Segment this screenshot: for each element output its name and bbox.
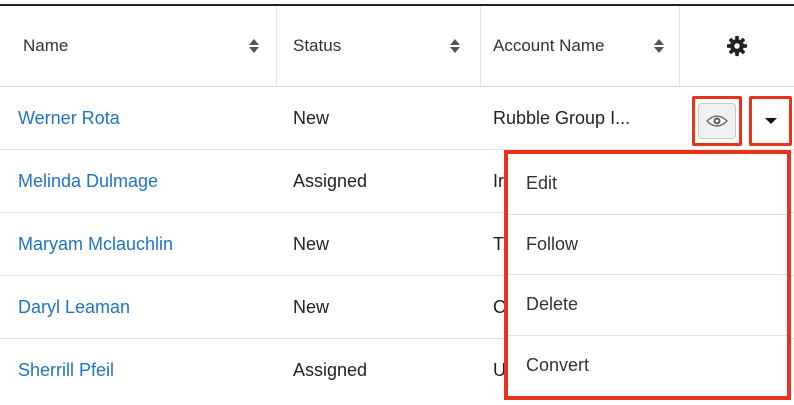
menu-item-edit[interactable]: Edit	[508, 154, 787, 215]
row-name-cell: Werner Rota	[18, 87, 268, 149]
sort-arrows-icon[interactable]	[248, 38, 260, 54]
actions-dropdown-button[interactable]	[749, 96, 792, 146]
column-header-status[interactable]: Status	[277, 6, 480, 86]
eye-icon	[706, 115, 728, 127]
row-status-cell: New	[293, 233, 330, 254]
table-header-row: Name Status Account Name	[0, 6, 794, 87]
records-table: Name Status Account Name Werner Rota New…	[0, 0, 794, 405]
record-name-link[interactable]: Werner Rota	[18, 108, 120, 129]
record-name-link[interactable]: Melinda Dulmage	[18, 171, 158, 192]
menu-item-delete[interactable]: Delete	[508, 275, 787, 336]
row-name-cell: Melinda Dulmage	[18, 150, 268, 212]
row-status-cell: New	[293, 107, 330, 128]
sort-arrows-icon[interactable]	[449, 38, 461, 54]
sort-arrows-icon[interactable]	[653, 38, 665, 54]
record-name-link[interactable]: Daryl Leaman	[18, 297, 130, 318]
actions-dropdown-menu: Edit Follow Delete Convert	[504, 150, 791, 400]
column-header-name[interactable]: Name	[0, 6, 276, 86]
column-settings[interactable]	[680, 6, 794, 86]
record-name-link[interactable]: Maryam Mclauchlin	[18, 234, 173, 255]
row-name-cell: Maryam Mclauchlin	[18, 213, 268, 275]
row-name-cell: Sherrill Pfeil	[18, 339, 268, 401]
preview-button[interactable]	[692, 96, 742, 146]
column-divider	[679, 6, 680, 86]
menu-item-follow[interactable]: Follow	[508, 215, 787, 275]
column-header-name-label: Name	[23, 36, 69, 55]
menu-item-convert[interactable]: Convert	[508, 336, 787, 397]
caret-down-icon	[764, 118, 777, 124]
gear-icon[interactable]	[726, 35, 748, 57]
column-divider	[480, 6, 481, 86]
record-name-link[interactable]: Sherrill Pfeil	[18, 360, 114, 381]
column-divider	[276, 6, 277, 86]
column-header-status-label: Status	[293, 36, 342, 55]
row-name-cell: Daryl Leaman	[18, 276, 268, 338]
row-status-cell: New	[293, 296, 330, 317]
column-header-account-label: Account Name	[493, 36, 605, 55]
row-account-cell: Rubble Group I...	[493, 107, 631, 128]
preview-button-face	[698, 103, 736, 139]
column-header-account[interactable]: Account Name	[481, 6, 679, 86]
table-row: Werner Rota New Rubble Group I...	[0, 87, 794, 150]
row-status-cell: Assigned	[293, 170, 368, 191]
row-status-cell: Assigned	[293, 359, 368, 380]
